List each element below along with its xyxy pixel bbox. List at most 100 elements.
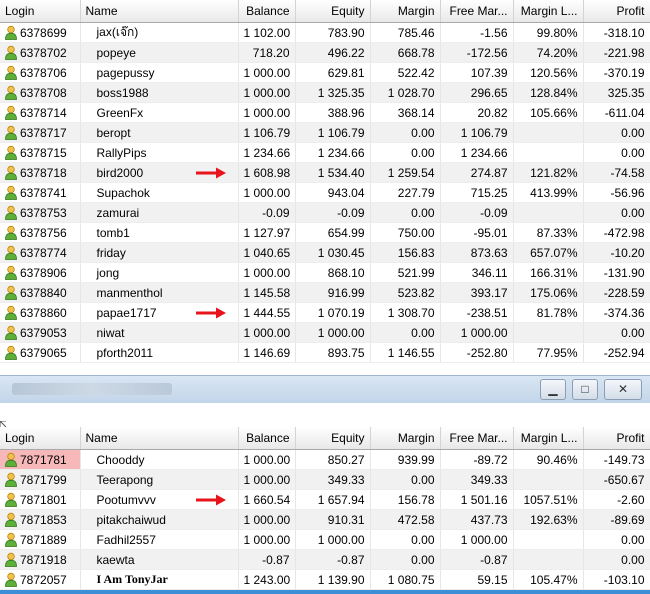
login-cell[interactable]: 6379053: [0, 322, 81, 343]
margin-cell[interactable]: 472.58: [370, 509, 441, 530]
balance-cell[interactable]: 1 444.55: [238, 302, 296, 323]
balance-cell[interactable]: 1 000.00: [238, 262, 296, 283]
free-margin-cell[interactable]: 1 000.00: [440, 529, 514, 550]
free-margin-cell[interactable]: -1.56: [440, 22, 514, 43]
login-cell[interactable]: 6378741: [0, 182, 81, 203]
login-cell[interactable]: 6378860: [0, 302, 81, 323]
profit-cell[interactable]: -56.96: [583, 182, 650, 203]
close-button[interactable]: ✕: [604, 379, 642, 400]
login-cell[interactable]: 6378708: [0, 82, 81, 103]
login-cell[interactable]: 7871799: [0, 469, 81, 490]
login-cell[interactable]: 6378706: [0, 62, 81, 83]
login-cell[interactable]: 6378699: [0, 22, 81, 43]
margin-level-cell[interactable]: 175.06%: [513, 282, 584, 303]
margin-level-cell[interactable]: 166.31%: [513, 262, 584, 283]
table-row[interactable]: 7871918 kaewta -0.87 -0.87 0.00 -0.87 0.00: [0, 549, 650, 570]
name-cell[interactable]: Fadhil2557: [80, 529, 239, 550]
equity-cell[interactable]: 349.33: [295, 469, 371, 490]
table-row[interactable]: 6378756 tomb1 1 127.97 654.99 750.00 -95.01 87…: [0, 222, 650, 243]
login-cell[interactable]: 6378840: [0, 282, 81, 303]
equity-cell[interactable]: -0.87: [295, 549, 371, 570]
login-cell[interactable]: 6378774: [0, 242, 81, 263]
balance-cell[interactable]: 1 000.00: [238, 182, 296, 203]
margin-level-cell[interactable]: [513, 142, 584, 163]
table-row[interactable]: 6378906 jong 1 000.00 868.10 521.99 346.11 166…: [0, 262, 650, 283]
equity-cell[interactable]: 850.27: [295, 449, 371, 470]
equity-cell[interactable]: 910.31: [295, 509, 371, 530]
name-cell[interactable]: zamurai: [80, 202, 239, 223]
profit-cell[interactable]: -74.58: [583, 162, 650, 183]
name-cell[interactable]: jong: [80, 262, 239, 283]
profit-cell[interactable]: -252.94: [583, 342, 650, 363]
margin-level-cell[interactable]: 74.20%: [513, 42, 584, 63]
free-margin-cell[interactable]: 349.33: [440, 469, 514, 490]
margin-cell[interactable]: 227.79: [370, 182, 441, 203]
equity-cell[interactable]: 868.10: [295, 262, 371, 283]
login-cell[interactable]: 6378756: [0, 222, 81, 243]
margin-cell[interactable]: 1 080.75: [370, 569, 441, 590]
balance-cell[interactable]: 718.20: [238, 42, 296, 63]
margin-level-cell[interactable]: [513, 469, 584, 490]
profit-cell[interactable]: -221.98: [583, 42, 650, 63]
balance-cell[interactable]: 1 000.00: [238, 322, 296, 343]
name-cell[interactable]: GreenFx: [80, 102, 239, 123]
maximize-button[interactable]: □: [572, 379, 598, 400]
margin-level-cell[interactable]: 1057.51%: [513, 489, 584, 510]
free-margin-cell[interactable]: -0.87: [440, 549, 514, 570]
free-margin-cell[interactable]: -89.72: [440, 449, 514, 470]
table-row[interactable]: 6378718 bird2000 1 608.98 1 534.40 1 259.54 2…: [0, 162, 650, 183]
table-row[interactable]: 7871889 Fadhil2557 1 000.00 1 000.00 0.00 1 0…: [0, 529, 650, 550]
balance-cell[interactable]: 1 608.98: [238, 162, 296, 183]
equity-cell[interactable]: 629.81: [295, 62, 371, 83]
margin-cell[interactable]: 1 308.70: [370, 302, 441, 323]
column-header-free-margin[interactable]: Free Mar...: [440, 427, 514, 450]
column-header-free-margin[interactable]: Free Mar...: [440, 0, 514, 23]
profit-cell[interactable]: -650.67: [583, 469, 650, 490]
profit-cell[interactable]: -472.98: [583, 222, 650, 243]
margin-level-cell[interactable]: 192.63%: [513, 509, 584, 530]
margin-level-cell[interactable]: 413.99%: [513, 182, 584, 203]
margin-level-cell[interactable]: [513, 549, 584, 570]
margin-cell[interactable]: 521.99: [370, 262, 441, 283]
equity-cell[interactable]: 1 000.00: [295, 529, 371, 550]
login-cell[interactable]: 7871801: [0, 489, 81, 510]
table-row[interactable]: 6378774 friday 1 040.65 1 030.45 156.83 873.6…: [0, 242, 650, 263]
table-row[interactable]: 7872057 I Am TonyJar 1 243.00 1 139.90 1 080…: [0, 569, 650, 590]
profit-cell[interactable]: 325.35: [583, 82, 650, 103]
login-cell[interactable]: 7871781: [0, 449, 81, 470]
login-cell[interactable]: 7871918: [0, 549, 81, 570]
name-cell[interactable]: I Am TonyJar: [80, 569, 239, 590]
name-cell[interactable]: jax(เจ๊ก): [80, 22, 239, 43]
margin-level-cell[interactable]: 657.07%: [513, 242, 584, 263]
margin-cell[interactable]: 668.78: [370, 42, 441, 63]
table-row[interactable]: 7871853 pitakchaiwud 1 000.00 910.31 472.58 4…: [0, 509, 650, 530]
column-header-margin-level[interactable]: Margin L...: [513, 0, 584, 23]
balance-cell[interactable]: 1 000.00: [238, 102, 296, 123]
free-margin-cell[interactable]: 437.73: [440, 509, 514, 530]
name-cell[interactable]: pitakchaiwud: [80, 509, 239, 530]
name-cell[interactable]: Supachok: [80, 182, 239, 203]
equity-cell[interactable]: 1 000.00: [295, 322, 371, 343]
login-cell[interactable]: 6378714: [0, 102, 81, 123]
table-row[interactable]: 7871799 Teerapong 1 000.00 349.33 0.00 349.33…: [0, 469, 650, 490]
name-cell[interactable]: popeye: [80, 42, 239, 63]
profit-cell[interactable]: -611.04: [583, 102, 650, 123]
balance-cell[interactable]: -0.87: [238, 549, 296, 570]
free-margin-cell[interactable]: 715.25: [440, 182, 514, 203]
margin-cell[interactable]: 523.82: [370, 282, 441, 303]
free-margin-cell[interactable]: 1 234.66: [440, 142, 514, 163]
margin-level-cell[interactable]: [513, 202, 584, 223]
column-header-name[interactable]: Name: [80, 0, 239, 23]
table-row[interactable]: 6378715 RallyPips 1 234.66 1 234.66 0.00 1 23…: [0, 142, 650, 163]
balance-cell[interactable]: 1 000.00: [238, 509, 296, 530]
table-row[interactable]: 6378714 GreenFx 1 000.00 388.96 368.14 20.82 1…: [0, 102, 650, 123]
equity-cell[interactable]: 1 070.19: [295, 302, 371, 323]
margin-cell[interactable]: 0.00: [370, 549, 441, 570]
balance-cell[interactable]: 1 040.65: [238, 242, 296, 263]
login-cell[interactable]: 6378702: [0, 42, 81, 63]
margin-level-cell[interactable]: 120.56%: [513, 62, 584, 83]
free-margin-cell[interactable]: 873.63: [440, 242, 514, 263]
column-header-login[interactable]: Login: [0, 427, 81, 450]
free-margin-cell[interactable]: -0.09: [440, 202, 514, 223]
table-row[interactable]: 6378717 beropt 1 106.79 1 106.79 0.00 1 106.7…: [0, 122, 650, 143]
